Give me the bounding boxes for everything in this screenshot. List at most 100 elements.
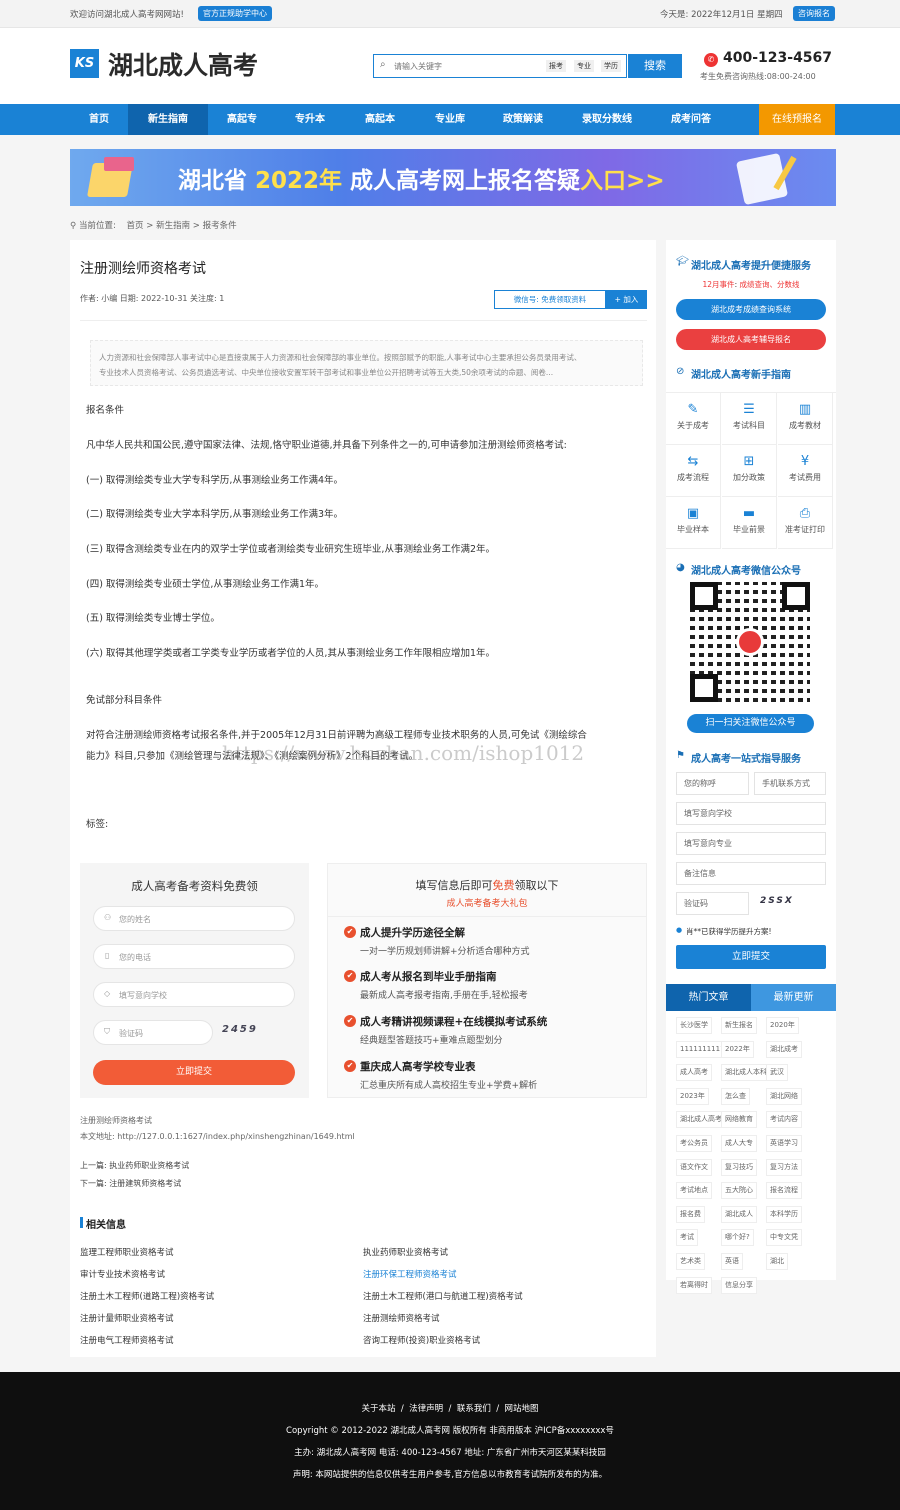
sidebar-name-field[interactable]: 您的称呼 — [676, 772, 749, 795]
tag-link[interactable]: 考试内容 — [766, 1111, 802, 1129]
related-link[interactable]: 注册电气工程师资格考试 — [80, 1334, 174, 1346]
related-link[interactable]: 注册环保工程师资格考试 — [363, 1268, 457, 1280]
name-field[interactable]: ⚇ 您的姓名 — [93, 906, 295, 931]
tag-link[interactable]: 湖北成人 — [721, 1205, 757, 1223]
nav-item-qa[interactable]: 成考问答 — [656, 104, 726, 135]
guide-subjects[interactable]: ☰ 考试科目 — [722, 393, 777, 445]
guide-admission-ticket[interactable]: ⎙ 准考证打印 — [778, 497, 833, 549]
tag-link[interactable]: 英语学习 — [766, 1135, 802, 1152]
nav-item-major-library[interactable]: 专业库 — [418, 104, 482, 135]
tag-link[interactable]: 怎么查 — [721, 1087, 750, 1105]
guide-process[interactable]: ⇆ 成考流程 — [666, 445, 721, 497]
guide-bonus[interactable]: ⊞ 加分政策 — [722, 445, 777, 497]
tag-link[interactable]: 哪个好? — [721, 1229, 754, 1247]
sidebar-major-field[interactable]: 填写意向专业 — [676, 832, 826, 855]
tag-link[interactable]: 若离得时 — [676, 1276, 712, 1294]
breadcrumb-home[interactable]: 首页 — [127, 221, 144, 231]
consult-button[interactable]: 咨询报名 — [793, 6, 835, 21]
tag-link[interactable]: 艺术类 — [676, 1253, 705, 1270]
tag-link[interactable]: 语文作文 — [676, 1158, 712, 1176]
footer-link-sitemap[interactable]: 网站地图 — [505, 1404, 539, 1414]
sidebar-school-field[interactable]: 填写意向学校 — [676, 802, 826, 825]
tag-link[interactable]: 考公务员 — [676, 1135, 712, 1152]
school-field[interactable]: ◇ 填写意向学校 — [93, 982, 295, 1007]
tag-link[interactable]: 考试 — [676, 1229, 698, 1247]
sidebar-captcha-field[interactable]: 验证码 — [676, 892, 749, 915]
tag-link[interactable]: 湖北成考 — [766, 1040, 802, 1058]
tag-link[interactable]: 考试地点 — [676, 1182, 712, 1200]
add-wechat-button[interactable]: + 加入 — [606, 290, 647, 309]
tag-link[interactable]: 五大院心 — [721, 1182, 757, 1200]
tag-link[interactable]: 复习技巧 — [721, 1158, 757, 1176]
next-article-link[interactable]: 下一篇: 注册建筑师资格考试 — [80, 1178, 181, 1189]
tag-link[interactable]: 2022年 — [721, 1040, 754, 1058]
coaching-signup-button[interactable]: 湖北成人高考辅导报名 — [676, 329, 826, 350]
related-link[interactable]: 审计专业技术资格考试 — [80, 1268, 165, 1280]
guide-about[interactable]: ✎ 关于成考 — [666, 393, 721, 445]
wechat-label[interactable]: 微信号: 免费领取资料 — [494, 290, 606, 309]
footer-link-about[interactable]: 关于本站 — [361, 1404, 395, 1414]
tab-hot-articles[interactable]: 热门文章 — [666, 984, 751, 1011]
tag-link[interactable]: 成人高考 — [676, 1064, 712, 1082]
tag-link[interactable]: 英语 — [721, 1253, 743, 1270]
sidebar-remark-field[interactable]: 备注信息 — [676, 862, 826, 885]
tag-link[interactable]: 2020年 — [766, 1017, 799, 1034]
tab-latest-updates[interactable]: 最新更新 — [751, 984, 836, 1011]
guide-prospects[interactable]: ▬ 毕业前景 — [722, 497, 777, 549]
tag-link[interactable]: 成人大专 — [721, 1135, 757, 1152]
follow-wechat-button[interactable]: 扫一扫关注微信公众号 — [687, 714, 814, 733]
related-link[interactable]: 咨询工程师(投资)职业资格考试 — [363, 1334, 480, 1346]
search-button[interactable]: 搜索 — [628, 54, 682, 78]
related-link[interactable]: 监理工程师职业资格考试 — [80, 1246, 174, 1258]
qr-code[interactable] — [690, 582, 810, 702]
tag-link[interactable]: 本科学历 — [766, 1205, 802, 1223]
related-link[interactable]: 注册土木工程师(道路工程)资格考试 — [80, 1290, 214, 1302]
tag-link[interactable]: 报名费 — [676, 1205, 705, 1223]
related-link[interactable]: 执业药师职业资格考试 — [363, 1246, 448, 1258]
captcha-image[interactable]: 2459 — [222, 1024, 266, 1042]
tag-link[interactable]: 湖北网络 — [766, 1087, 802, 1105]
nav-item-college-to-bachelor[interactable]: 专升本 — [278, 104, 342, 135]
guide-fees[interactable]: ¥ 考试费用 — [778, 445, 833, 497]
prev-article-link[interactable]: 上一篇: 执业药师职业资格考试 — [80, 1160, 189, 1171]
tag-link[interactable]: 湖北成人高考 — [676, 1111, 726, 1129]
tag-link[interactable]: 报名流程 — [766, 1182, 802, 1200]
nav-item-new-student-guide[interactable]: 新生指南 — [128, 104, 208, 135]
tag-link[interactable]: 湖北 — [766, 1253, 788, 1270]
nav-item-policy[interactable]: 政策解读 — [490, 104, 556, 135]
search-tag-degree[interactable]: 学历 — [601, 60, 621, 72]
nav-item-home[interactable]: 首页 — [70, 104, 128, 135]
tag-link[interactable]: 长沙医学 — [676, 1017, 712, 1034]
tag-link[interactable]: 网络教育 — [721, 1111, 757, 1129]
tag-link[interactable]: 中专文凭 — [766, 1229, 802, 1247]
site-name[interactable]: 湖北成人高考 — [108, 46, 258, 82]
sidebar-submit-button[interactable]: 立即提交 — [676, 945, 826, 969]
related-link[interactable]: 注册土木工程师(港口与航道工程)资格考试 — [363, 1290, 523, 1302]
breadcrumb-section[interactable]: 新生指南 — [156, 221, 190, 231]
related-link[interactable]: 注册计量师职业资格考试 — [80, 1312, 174, 1324]
tag-link[interactable]: 2023年 — [676, 1087, 709, 1105]
breadcrumb-current[interactable]: 报考条件 — [203, 221, 237, 231]
nav-item-high-to-bachelor[interactable]: 高起本 — [348, 104, 412, 135]
tag-link[interactable]: 武汉 — [766, 1064, 788, 1082]
registration-banner[interactable]: 湖北省 2022年 成人高考网上报名答疑入口>> — [70, 149, 836, 206]
tag-link[interactable]: 复习方法 — [766, 1158, 802, 1176]
form-submit-button[interactable]: 立即提交 — [93, 1060, 295, 1085]
footer-link-contact[interactable]: 联系我们 — [457, 1404, 491, 1414]
search-tag-major[interactable]: 专业 — [574, 60, 594, 72]
score-query-button[interactable]: 湖北成考成绩查询系统 — [676, 299, 826, 320]
tag-link[interactable]: 湖北成人本科 — [721, 1064, 771, 1082]
footer-link-legal[interactable]: 法律声明 — [409, 1404, 443, 1414]
guide-sample[interactable]: ▣ 毕业样本 — [666, 497, 721, 549]
logo-icon[interactable]: KS — [70, 49, 99, 78]
article-address[interactable]: 本文地址: http://127.0.0.1:1627/index.php/xi… — [80, 1131, 355, 1142]
sidebar-phone-field[interactable]: 手机联系方式 — [754, 772, 826, 795]
tag-link[interactable]: 新生报名 — [721, 1017, 757, 1034]
related-link[interactable]: 注册测绘师资格考试 — [363, 1312, 440, 1324]
phone-field[interactable]: ▯ 您的电话 — [93, 944, 295, 969]
official-center-button[interactable]: 官方正规助学中心 — [198, 6, 272, 21]
tag-link[interactable]: 信息分享 — [721, 1276, 757, 1294]
notice-links[interactable]: 成绩查询、分数线 — [739, 280, 799, 289]
nav-item-high-to-college[interactable]: 高起专 — [210, 104, 274, 135]
search-tag-exam[interactable]: 报考 — [546, 60, 566, 72]
